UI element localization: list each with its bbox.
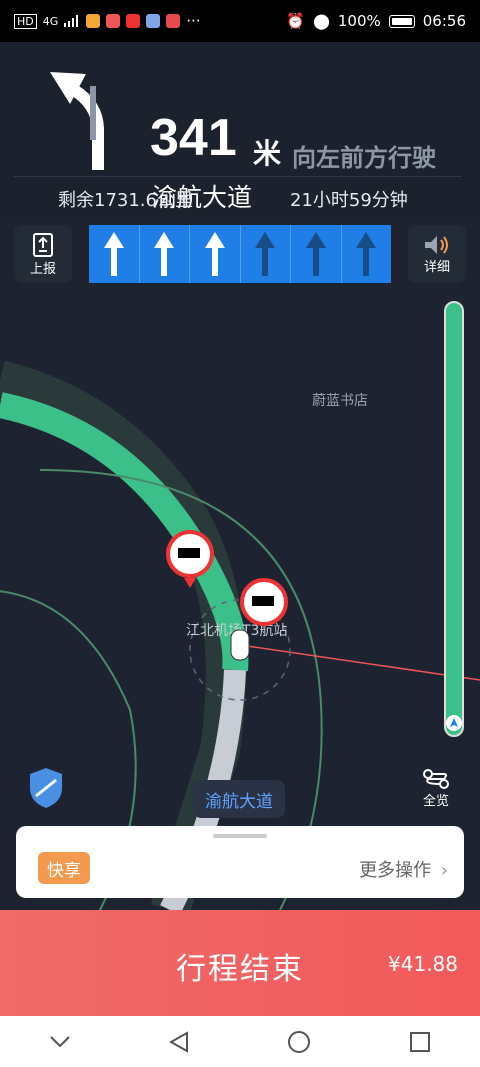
lane-arrow-up-icon [103, 232, 124, 276]
car-position-icon [230, 629, 250, 661]
clock: 06:56 [422, 12, 466, 30]
more-notifications-icon: ··· [186, 12, 201, 30]
turn-direction: 向左前方行驶 [292, 144, 436, 172]
overview-button[interactable]: 全览 [410, 760, 462, 816]
status-bar: HD 4G ··· ⏰ ⬤ 100% 06:56 [0, 0, 480, 42]
lane-3 [190, 225, 241, 283]
overview-label: 全览 [422, 793, 449, 809]
mail-icon [126, 14, 141, 28]
lane-2 [140, 225, 190, 283]
lane-arrow-up-icon [305, 232, 326, 276]
route-overview-icon [423, 768, 449, 789]
route-progress-bar [444, 301, 464, 737]
panel-drag-handle[interactable] [213, 834, 267, 838]
home-icon[interactable] [287, 1030, 311, 1054]
lane-guidance [89, 225, 391, 283]
report-icon [33, 232, 53, 257]
camera-icon-2[interactable] [238, 576, 290, 628]
recents-icon[interactable] [409, 1031, 431, 1053]
report-label: 上报 [29, 261, 56, 277]
app-icon [146, 14, 161, 28]
hd-icon: HD [14, 13, 37, 29]
turn-distance: 341 [150, 109, 237, 167]
detail-button[interactable]: 详细 [408, 225, 466, 283]
lane-arrow-up-icon [356, 232, 377, 276]
distance-unit: 米 [253, 137, 282, 170]
lane-arrow-up-icon [154, 232, 175, 276]
current-road-label: 渝航大道 [193, 780, 285, 818]
status-right: ⏰ ⬤ 100% 06:56 [286, 12, 466, 30]
mic-icon [106, 14, 121, 28]
security-shield-icon[interactable] [26, 766, 66, 810]
turn-left-arrow-icon [50, 72, 104, 170]
poi-label: 蔚蓝书店 [312, 393, 368, 409]
location-icon: ⬤ [313, 12, 330, 30]
remaining-time: 21小时59分钟 [290, 190, 408, 211]
lane-5 [291, 225, 342, 283]
signal-icon [64, 15, 79, 27]
lane-4 [241, 225, 291, 283]
end-trip-button[interactable]: 行程结束 ¥41.88 [0, 910, 480, 1016]
action-panel: 快享 更多操作 › [16, 826, 464, 898]
back-icon[interactable] [169, 1030, 189, 1053]
chevron-down-icon[interactable] [49, 1035, 71, 1049]
progress-marker-icon [446, 715, 462, 731]
app-icon-2 [166, 14, 181, 28]
lane-arrow-up-icon [255, 232, 276, 276]
chevron-right-icon: › [440, 860, 448, 881]
share-ride-tag: 快享 [38, 852, 90, 884]
trip-fare: ¥41.88 [388, 952, 458, 976]
lane-1 [89, 225, 140, 283]
report-button[interactable]: 上报 [14, 225, 72, 283]
camera-icon[interactable] [164, 530, 216, 590]
header-divider [14, 176, 462, 177]
app-notification-icon [86, 14, 101, 28]
more-operations-button[interactable]: 更多操作 › [359, 856, 448, 882]
status-left: HD 4G ··· [14, 12, 201, 30]
battery-icon [388, 14, 415, 28]
alarm-icon: ⏰ [286, 12, 306, 30]
lane-6 [342, 225, 392, 283]
remaining-distance: 剩余1731.6公里 [58, 190, 193, 211]
network-type: 4G [42, 14, 59, 28]
system-nav-bar [0, 1016, 480, 1067]
speaker-icon [425, 235, 448, 254]
detail-label: 详细 [423, 259, 450, 275]
more-operations-label: 更多操作 [359, 860, 432, 881]
lane-arrow-up-icon [204, 232, 225, 276]
battery-percent: 100% [337, 12, 381, 30]
